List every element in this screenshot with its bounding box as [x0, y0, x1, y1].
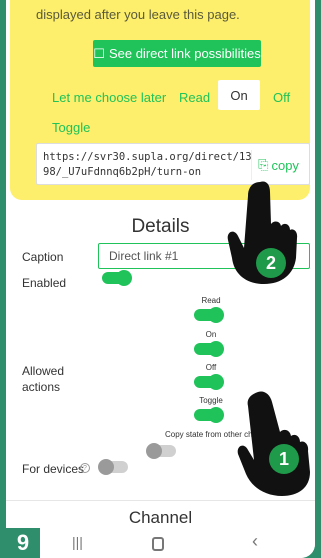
toggle-knob — [116, 270, 132, 286]
home-icon[interactable] — [152, 537, 164, 551]
step-number-badge: 9 — [6, 528, 40, 558]
enabled-label: Enabled — [22, 276, 67, 290]
system-nav-bar: ||| ‹ — [6, 530, 315, 558]
toggle-knob — [208, 374, 224, 390]
allowed-copy-state-toggle[interactable] — [146, 443, 176, 459]
allowed-off-toggle[interactable] — [194, 374, 224, 390]
enabled-toggle[interactable] — [102, 270, 132, 286]
caption-label: Caption — [22, 250, 64, 264]
external-link-icon: ☐ — [93, 45, 105, 61]
see-direct-link-button[interactable]: ☐ See direct link possibilities — [93, 40, 261, 67]
action-read-link[interactable]: Read — [179, 90, 210, 105]
copy-label: copy — [271, 157, 299, 173]
allowed-off-label: Off — [205, 363, 217, 372]
for-devices-label: For devices — [22, 462, 85, 476]
allowed-actions-label: Allowed actions — [22, 364, 65, 394]
pointing-hand-icon — [237, 391, 310, 496]
toggle-knob — [146, 443, 162, 459]
let-me-choose-later-link[interactable]: Let me choose later — [52, 90, 166, 105]
screen: displayed after you leave this page. ☐ S… — [6, 0, 315, 530]
channel-title: Channel — [128, 508, 193, 527]
info-text: displayed after you leave this page. — [36, 7, 240, 22]
toggle-knob — [98, 459, 114, 475]
toggle-knob — [208, 407, 224, 423]
allowed-read-label: Read — [201, 296, 221, 305]
recent-apps-icon[interactable]: ||| — [72, 534, 83, 550]
allowed-toggle-toggle[interactable] — [194, 407, 224, 423]
see-direct-link-label: See direct link possibilities — [108, 46, 261, 61]
allowed-read-toggle[interactable] — [194, 307, 224, 323]
phone-frame: displayed after you leave this page. ☐ S… — [6, 0, 315, 558]
for-devices-toggle[interactable] — [98, 459, 128, 475]
section-divider — [6, 500, 315, 501]
callout-1-badge: 1 — [269, 444, 299, 474]
copy-icon: ⎘ — [258, 157, 269, 172]
allowed-on-toggle[interactable] — [194, 341, 224, 357]
help-icon[interactable]: ? — [80, 463, 90, 473]
callout-2-badge: 2 — [256, 248, 286, 278]
toggle-knob — [208, 341, 224, 357]
action-off-link[interactable]: Off — [273, 90, 290, 105]
action-on-selected[interactable]: On — [218, 80, 260, 110]
toggle-knob — [208, 307, 224, 323]
direct-link-panel: displayed after you leave this page. ☐ S… — [10, 0, 310, 200]
back-icon[interactable]: ‹ — [252, 531, 258, 552]
allowed-on-label: On — [205, 330, 217, 339]
action-toggle-link[interactable]: Toggle — [52, 120, 90, 135]
